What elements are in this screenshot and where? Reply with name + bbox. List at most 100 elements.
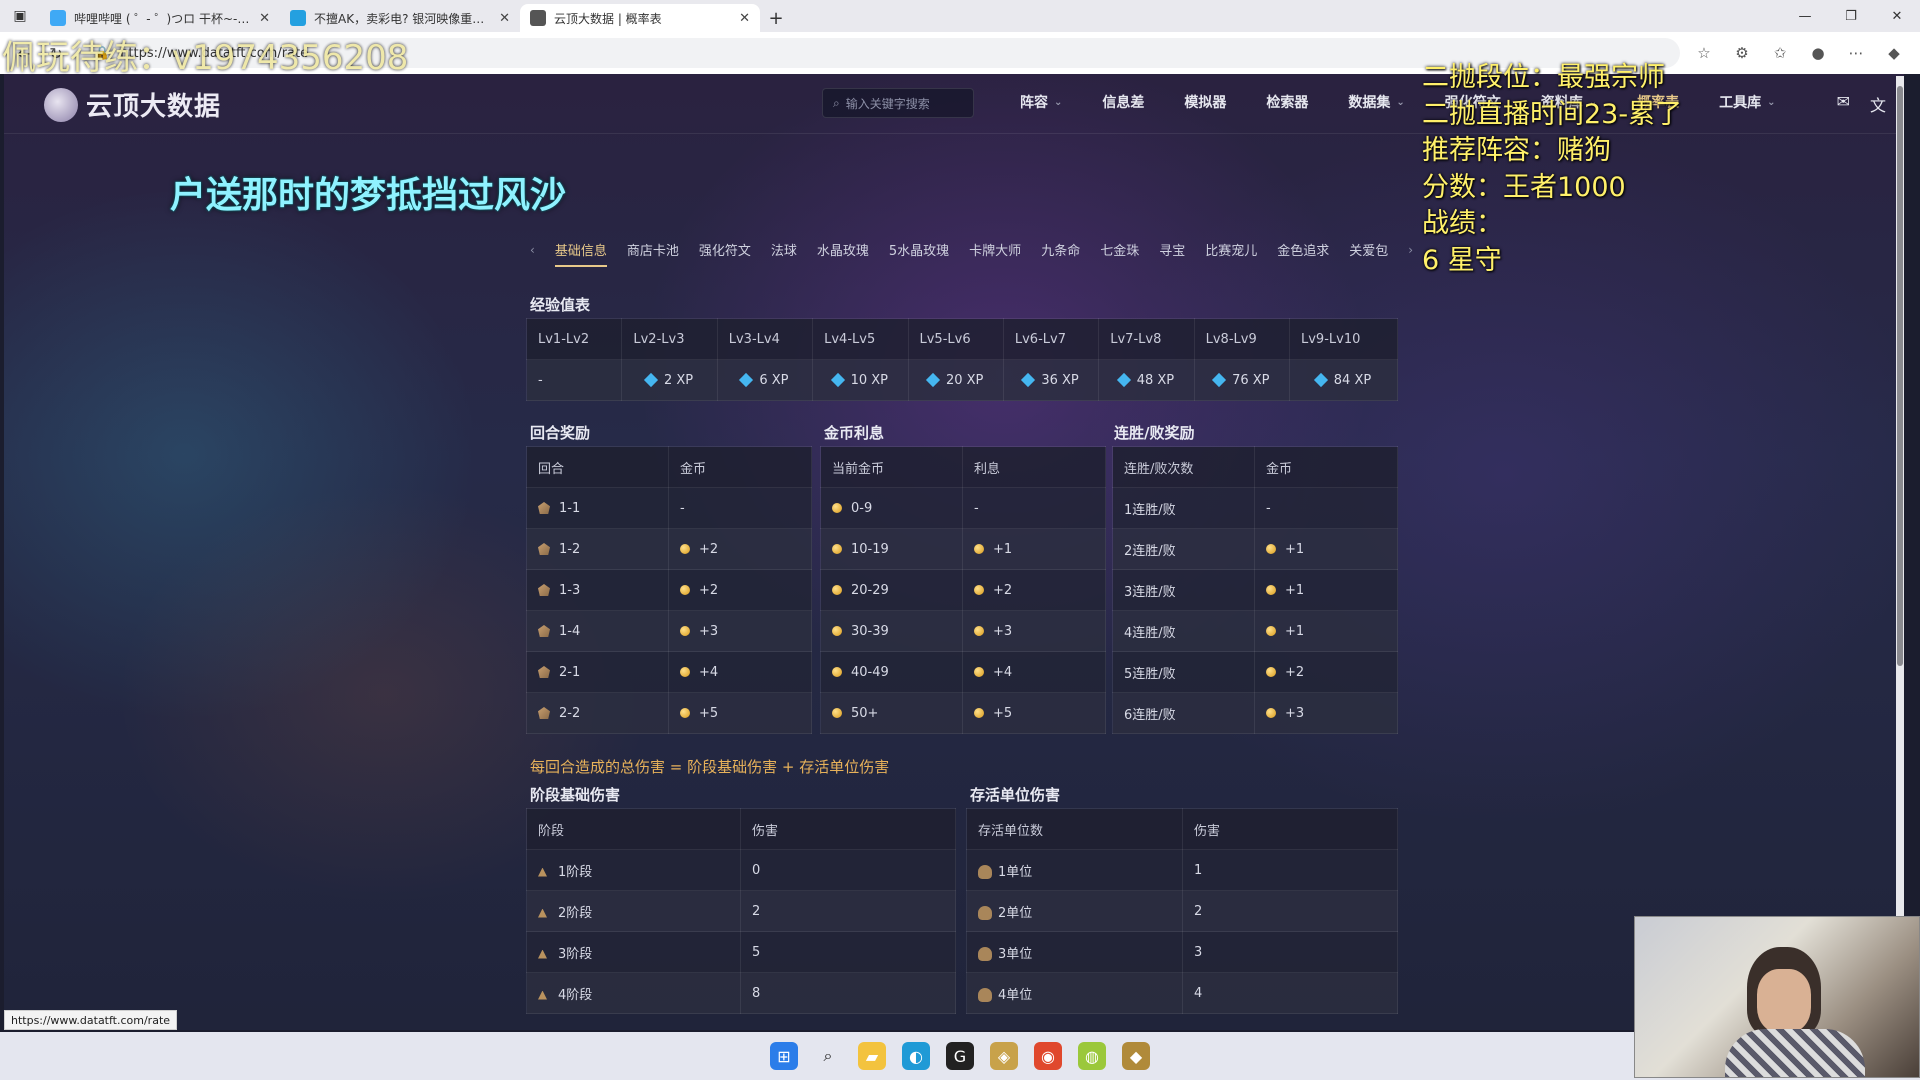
nav-lineup[interactable]: 阵容 ⌄ — [1000, 92, 1082, 112]
xp-table-title: 经验值表 — [530, 296, 591, 314]
stage-icon — [538, 990, 547, 1000]
window-close-icon[interactable]: ✕ — [1874, 0, 1920, 32]
site-logo[interactable]: 云顶大数据 — [44, 86, 221, 123]
close-icon[interactable]: ✕ — [499, 11, 510, 26]
coin-icon — [1266, 667, 1276, 677]
coin-icon — [832, 626, 842, 636]
round-header: 回合 — [526, 446, 669, 488]
browser-tab-video[interactable]: 不擅AK，卖彩电? 银河映像重组影 ✕ — [280, 4, 520, 32]
search-input[interactable]: ⌕ 输入关键字搜索 — [822, 88, 974, 118]
table-row: 1阶段 0 — [526, 849, 956, 891]
table-row: - 2 XP 6 XP 10 XP 20 XP 36 XP 48 XP 76 X… — [525, 359, 1398, 401]
file-explorer-icon[interactable]: ▰ — [858, 1042, 886, 1070]
edge-browser-icon[interactable]: ◐ — [902, 1042, 930, 1070]
restore-icon[interactable]: ❐ — [1828, 0, 1874, 32]
subtab-pet[interactable]: 比赛宠儿 — [1205, 232, 1257, 267]
window-controls: — ❐ ✕ — [1782, 0, 1920, 32]
tab-title: 哔哩哔哩 ( ゜- ゜)つロ 干杯~-bilibili — [74, 11, 251, 26]
scrollbar-thumb[interactable] — [1897, 86, 1903, 666]
coin-icon — [1266, 585, 1276, 595]
subtab-shop-pool[interactable]: 商店卡池 — [627, 232, 679, 267]
table-row: 2单位 2 — [966, 890, 1398, 932]
streak-count-header: 连胜/败次数 — [1112, 446, 1255, 488]
tab-title: 不擅AK，卖彩电? 银河映像重组影 — [314, 11, 492, 26]
minimize-icon[interactable]: — — [1782, 0, 1828, 32]
unit-count-header: 存活单位数 — [966, 808, 1183, 850]
app-green-icon[interactable]: ◍ — [1078, 1042, 1106, 1070]
interest-title: 金币利息 — [824, 424, 885, 442]
damage-header: 伤害 — [740, 808, 956, 850]
unit-helmet-icon — [978, 947, 992, 961]
coin-icon — [680, 708, 690, 718]
table-row: 4单位 4 — [966, 972, 1398, 1014]
coin-icon — [974, 667, 984, 677]
round-reward-table: 回合 金币 1-1- 1-2 +2 1-3 +2 1-4 +3 2-1 +4 2-2 +5 — [526, 446, 812, 734]
table-row: 4连胜/败 +1 — [1112, 610, 1398, 652]
nav-simulator[interactable]: 模拟器 — [1164, 92, 1246, 112]
subtab-orbs[interactable]: 法球 — [771, 232, 797, 267]
subtab-crystal-rose[interactable]: 水晶玫瑰 — [817, 232, 869, 267]
table-row: 3阶段 5 — [526, 931, 956, 973]
streak-table: 连胜/败次数 金币 1连胜/败 - 2连胜/败 +1 3连胜/败 +1 4连胜/败 +1 … — [1112, 446, 1398, 734]
xp-value: - — [525, 359, 623, 401]
close-icon[interactable]: ✕ — [259, 11, 270, 26]
extensions-icon[interactable]: ⚙ — [1730, 38, 1754, 68]
subtab-basic-info[interactable]: 基础信息 — [554, 232, 607, 267]
favorite-star-icon[interactable]: ☆ — [1692, 38, 1716, 68]
subtab-care-pack[interactable]: 关爱包 — [1349, 232, 1388, 267]
stage-damage-table: 阶段 伤害 1阶段 0 2阶段 2 3阶段 5 4阶段 8 — [526, 808, 956, 1014]
round-icon — [538, 625, 550, 637]
subtab-nine-lives[interactable]: 九条命 — [1041, 232, 1080, 267]
nav-dataset[interactable]: 数据集 ⌄ — [1328, 92, 1424, 112]
copilot-icon[interactable]: ◆ — [1882, 38, 1906, 68]
status-bar-url: https://www.datatft.com/rate — [4, 1010, 178, 1030]
chevron-down-icon: ⌄ — [1054, 96, 1063, 108]
profile-avatar-icon[interactable]: ● — [1806, 38, 1830, 68]
stage-icon — [538, 867, 547, 877]
chevron-left-icon[interactable]: ‹ — [530, 243, 535, 257]
subtab-treasure[interactable]: 寻宝 — [1159, 232, 1185, 267]
app-red-icon[interactable]: ◉ — [1034, 1042, 1062, 1070]
subtab-5-crystal-rose[interactable]: 5水晶玫瑰 — [889, 232, 949, 267]
table-row: 10-19 +1 — [820, 528, 1106, 570]
subtab-seven-gold[interactable]: 七金珠 — [1100, 232, 1139, 267]
coin-icon — [832, 708, 842, 718]
overlay-line: 推荐阵容：赌狗 — [1422, 135, 1611, 167]
nav-searcher[interactable]: 检索器 — [1246, 92, 1328, 112]
lol-client-icon[interactable]: ◈ — [990, 1042, 1018, 1070]
new-tab-button[interactable]: + — [760, 4, 792, 32]
page-scrollbar[interactable] — [1896, 76, 1904, 1026]
overlay-line: 6 星守 — [1422, 244, 1502, 276]
unit-helmet-icon — [978, 906, 992, 920]
round-reward-title: 回合奖励 — [530, 424, 591, 442]
windows-start-icon[interactable]: ⊞ — [770, 1042, 798, 1070]
search-icon[interactable]: ⌕ — [814, 1042, 842, 1070]
xp-gem-icon — [1313, 372, 1328, 388]
tab-actions-icon[interactable]: ▣ — [0, 0, 40, 32]
more-menu-icon[interactable]: ⋯ — [1844, 38, 1868, 68]
nav-info-gap[interactable]: 信息差 — [1082, 92, 1164, 112]
collections-icon[interactable]: ✩ — [1768, 38, 1792, 68]
chevron-right-icon[interactable]: › — [1408, 243, 1413, 257]
mail-icon[interactable]: ✉ — [1837, 92, 1850, 116]
xp-header: Lv8-Lv9 — [1193, 318, 1291, 360]
chevron-down-icon: ⌄ — [1396, 96, 1405, 108]
coin-icon — [680, 585, 690, 595]
subtab-golden-pursuit[interactable]: 金色追求 — [1277, 232, 1329, 267]
translate-icon[interactable]: 文 — [1870, 92, 1886, 116]
coin-icon — [832, 667, 842, 677]
xp-cell: 10 XP — [812, 359, 909, 401]
close-icon[interactable]: ✕ — [739, 11, 750, 26]
stage-damage-title: 阶段基础伤害 — [530, 786, 621, 804]
browser-tab-datatft[interactable]: 云顶大数据 | 概率表 ✕ — [520, 4, 760, 32]
subtab-augments[interactable]: 强化符文 — [699, 232, 751, 267]
table-row: 1-1- — [526, 487, 812, 529]
nav-tools[interactable]: 工具库 ⌄ — [1699, 92, 1795, 112]
table-row: 50+ +5 — [820, 692, 1106, 734]
browser-tab-bilibili[interactable]: 哔哩哔哩 ( ゜- ゜)つロ 干杯~-bilibili ✕ — [40, 4, 280, 32]
xp-table: Lv1-Lv2 Lv2-Lv3 Lv3-Lv4 Lv4-Lv5 Lv5-Lv6 … — [525, 318, 1398, 401]
round-icon — [538, 502, 550, 514]
subtab-card-master[interactable]: 卡牌大师 — [969, 232, 1021, 267]
app-g-icon[interactable]: G — [946, 1042, 974, 1070]
league-icon[interactable]: ◆ — [1122, 1042, 1150, 1070]
